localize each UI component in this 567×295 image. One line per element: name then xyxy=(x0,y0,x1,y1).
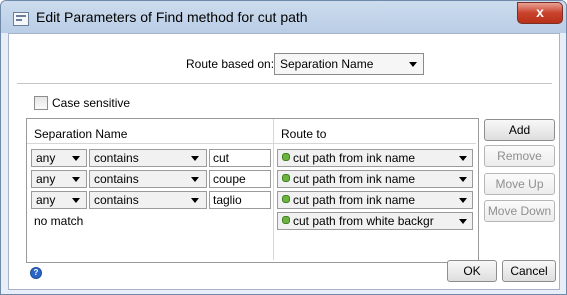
close-button[interactable]: x xyxy=(517,2,563,24)
operator-dropdown[interactable]: contains xyxy=(89,170,207,188)
title-bar[interactable]: Edit Parameters of Find method for cut p… xyxy=(1,1,566,33)
route-to-value: cut path from ink name xyxy=(293,151,416,165)
no-match-label: no match xyxy=(34,214,84,228)
route-to-value-wrapper: cut path from ink name xyxy=(282,193,415,207)
match-text-field[interactable]: coupe xyxy=(209,170,271,188)
chevron-down-icon xyxy=(191,156,199,161)
match-text-value: taglio xyxy=(213,193,242,207)
qualifier-dropdown[interactable]: any xyxy=(31,149,87,167)
add-button[interactable]: Add xyxy=(484,119,555,141)
remove-button[interactable]: Remove xyxy=(484,145,555,167)
move-down-button[interactable]: Move Down xyxy=(484,200,555,222)
match-text-value: cut xyxy=(213,151,230,165)
route-to-value: cut path from ink name xyxy=(293,193,416,207)
route-status-dot-icon xyxy=(282,153,290,161)
chevron-down-icon xyxy=(459,177,467,182)
help-icon[interactable]: ? xyxy=(30,267,42,279)
qualifier-value: any xyxy=(36,151,56,165)
divider xyxy=(17,83,552,84)
qualifier-value: any xyxy=(36,193,56,207)
dialog-content: Route based on: Separation Name Case sen… xyxy=(8,33,560,290)
case-sensitive-checkbox[interactable] xyxy=(34,96,48,110)
chevron-down-icon xyxy=(72,198,80,203)
header-divider xyxy=(27,143,476,144)
dialog-window: Edit Parameters of Find method for cut p… xyxy=(0,0,567,295)
chevron-down-icon xyxy=(191,177,199,182)
qualifier-dropdown[interactable]: any xyxy=(31,170,87,188)
operator-dropdown[interactable]: contains xyxy=(89,191,207,209)
route-to-value-wrapper: cut path from ink name xyxy=(282,151,415,165)
match-text-value: coupe xyxy=(213,172,246,186)
chevron-down-icon xyxy=(72,156,80,161)
routing-table: Separation Name Route to any contains cu… xyxy=(26,118,479,263)
operator-value: contains xyxy=(94,172,139,186)
window-title: Edit Parameters of Find method for cut p… xyxy=(36,9,308,25)
route-to-dropdown[interactable]: cut path from white backgr xyxy=(277,212,473,230)
chevron-down-icon xyxy=(459,219,467,224)
column-header-separation-name: Separation Name xyxy=(34,127,128,141)
route-to-value: cut path from ink name xyxy=(293,172,416,186)
route-to-value-wrapper: cut path from ink name xyxy=(282,172,415,186)
route-status-dot-icon xyxy=(282,216,290,224)
qualifier-dropdown[interactable]: any xyxy=(31,191,87,209)
chevron-down-icon xyxy=(191,198,199,203)
operator-value: contains xyxy=(94,151,139,165)
route-to-dropdown[interactable]: cut path from ink name xyxy=(277,170,473,188)
column-divider xyxy=(273,119,274,260)
qualifier-value: any xyxy=(36,172,56,186)
case-sensitive-label: Case sensitive xyxy=(52,96,131,110)
route-to-dropdown[interactable]: cut path from ink name xyxy=(277,191,473,209)
operator-dropdown[interactable]: contains xyxy=(89,149,207,167)
column-header-route-to: Route to xyxy=(281,127,327,141)
chevron-down-icon xyxy=(409,62,417,67)
chevron-down-icon xyxy=(459,156,467,161)
route-status-dot-icon xyxy=(282,195,290,203)
cancel-button[interactable]: Cancel xyxy=(502,260,556,282)
chevron-down-icon xyxy=(72,177,80,182)
route-to-value: cut path from white backgr xyxy=(293,214,434,228)
route-to-dropdown[interactable]: cut path from ink name xyxy=(277,149,473,167)
route-status-dot-icon xyxy=(282,174,290,182)
route-based-on-dropdown[interactable]: Separation Name xyxy=(274,53,424,75)
route-to-value-wrapper: cut path from white backgr xyxy=(282,214,434,228)
move-up-button[interactable]: Move Up xyxy=(484,173,555,195)
match-text-field[interactable]: taglio xyxy=(209,191,271,209)
route-based-on-value: Separation Name xyxy=(280,57,374,71)
route-based-on-label: Route based on: xyxy=(186,57,275,71)
app-window-icon xyxy=(13,12,29,26)
ok-button[interactable]: OK xyxy=(447,260,497,282)
operator-value: contains xyxy=(94,193,139,207)
chevron-down-icon xyxy=(459,198,467,203)
match-text-field[interactable]: cut xyxy=(209,149,271,167)
